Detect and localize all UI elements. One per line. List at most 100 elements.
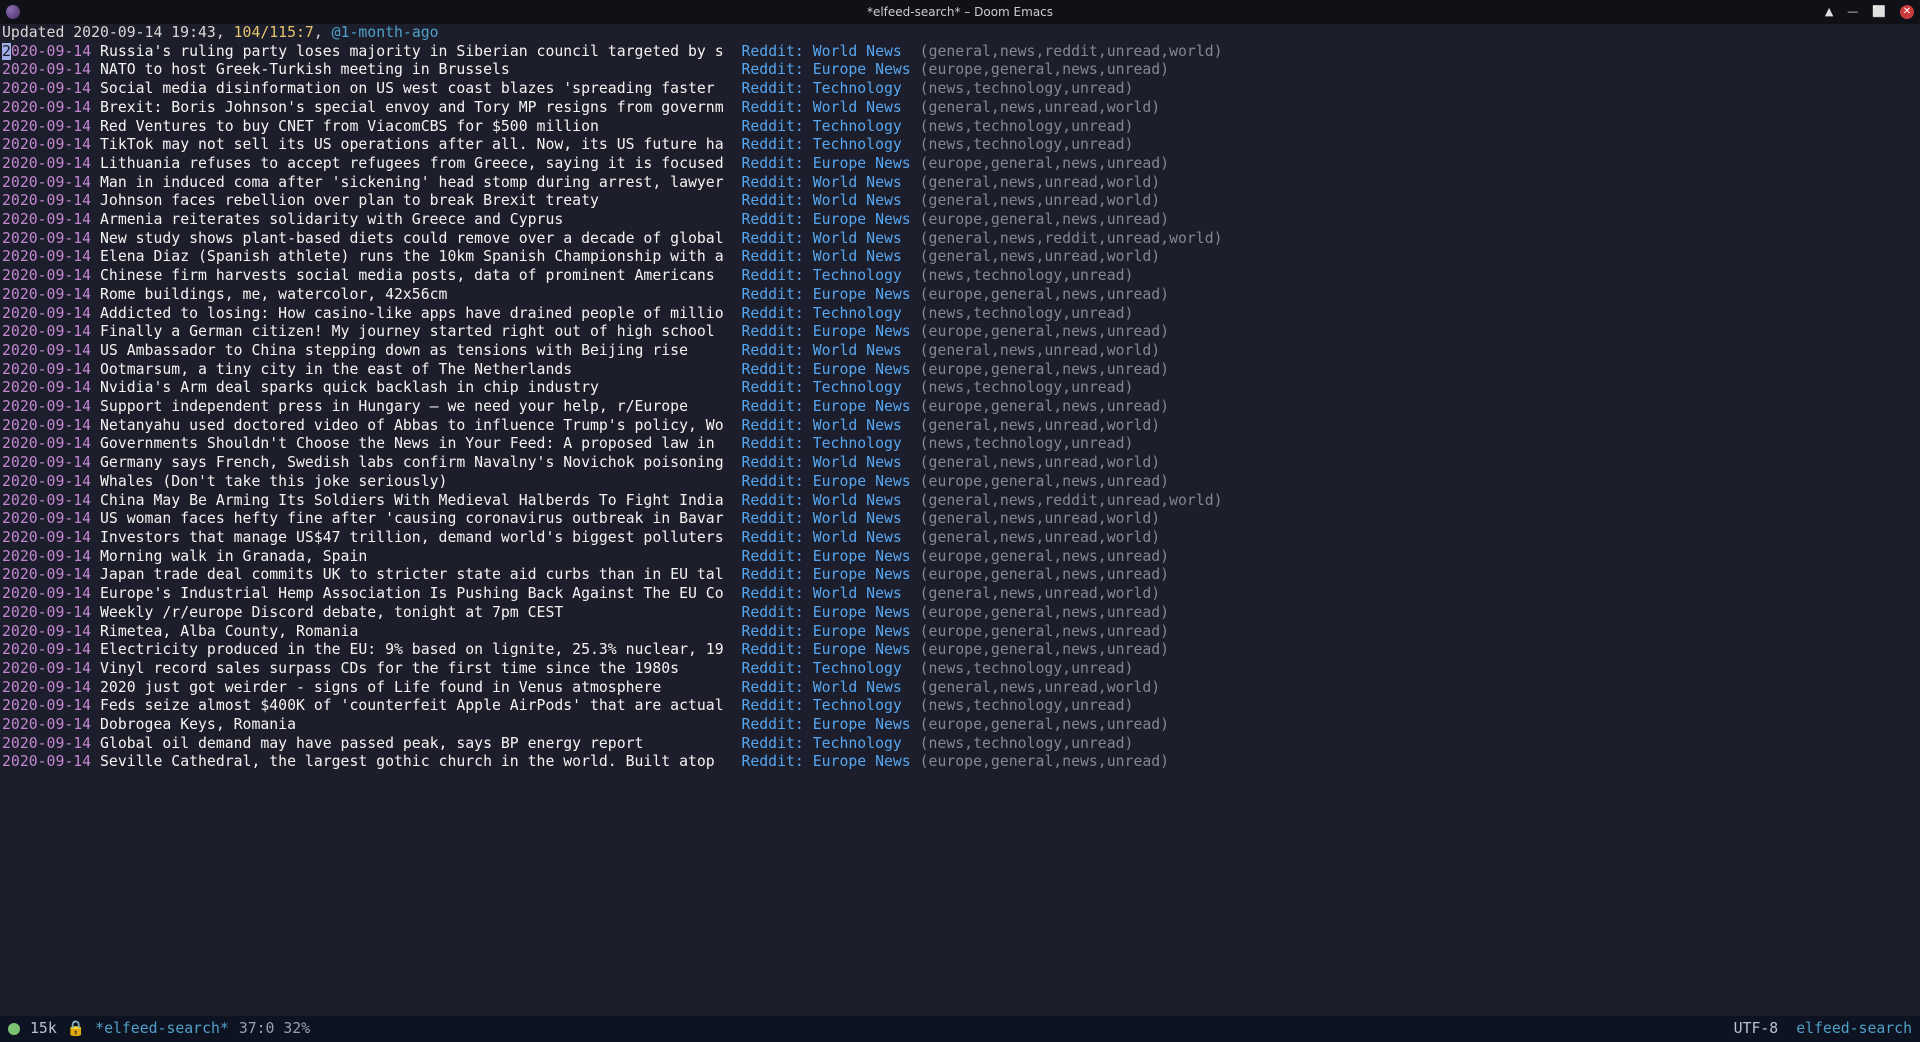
- modeline-buffer-name: *elfeed-search*: [95, 1020, 229, 1039]
- entry-tags: (general,news,unread,world): [920, 510, 1161, 527]
- feed-entry[interactable]: 2020-09-14 Ootmarsum, a tiny city in the…: [2, 361, 1918, 380]
- entry-feed: Reddit: Europe News: [741, 286, 910, 303]
- entry-tags: (general,news,unread,world): [920, 192, 1161, 209]
- feed-entry[interactable]: 2020-09-14 Chinese firm harvests social …: [2, 267, 1918, 286]
- entry-feed: Reddit: Technology: [741, 435, 910, 452]
- entry-tags: (news,technology,unread): [920, 80, 1134, 97]
- entry-tags: (general,news,unread,world): [920, 529, 1161, 546]
- entry-tags: (general,news,reddit,unread,world): [920, 230, 1223, 247]
- entry-title: US Ambassador to China stepping down as …: [100, 342, 733, 359]
- emacs-icon: [6, 5, 20, 19]
- feed-entry[interactable]: 2020-09-14 Armenia reiterates solidarity…: [2, 211, 1918, 230]
- entry-tags: (europe,general,news,unread): [920, 286, 1169, 303]
- entry-tags: (news,technology,unread): [920, 660, 1134, 677]
- entry-feed: Reddit: Europe News: [741, 604, 910, 621]
- feed-entry[interactable]: 2020-09-14 Brexit: Boris Johnson's speci…: [2, 99, 1918, 118]
- entry-title: Netanyahu used doctored video of Abbas t…: [100, 417, 733, 434]
- entry-feed: Reddit: World News: [741, 454, 910, 471]
- entry-title: Morning walk in Granada, Spain: [100, 548, 733, 565]
- feed-entry[interactable]: 2020-09-14 Vinyl record sales surpass CD…: [2, 660, 1918, 679]
- entry-tags: (europe,general,news,unread): [920, 641, 1169, 658]
- entry-title: Whales (Don't take this joke seriously): [100, 473, 733, 490]
- entry-title: Germany says French, Swedish labs confir…: [100, 454, 733, 471]
- entry-title: China May Be Arming Its Soldiers With Me…: [100, 492, 733, 509]
- feed-entry[interactable]: 2020-09-14 TikTok may not sell its US op…: [2, 136, 1918, 155]
- entry-tags: (europe,general,news,unread): [920, 473, 1169, 490]
- modeline-major-mode: elfeed-search: [1796, 1020, 1912, 1039]
- feed-entry[interactable]: 2020-09-14 Whales (Don't take this joke …: [2, 473, 1918, 492]
- feed-entry[interactable]: 2020-09-14 Finally a German citizen! My …: [2, 323, 1918, 342]
- entry-feed: Reddit: World News: [741, 342, 910, 359]
- entry-tags: (europe,general,news,unread): [920, 753, 1169, 770]
- modeline-encoding: UTF-8: [1734, 1020, 1779, 1039]
- entry-tags: (europe,general,news,unread): [920, 211, 1169, 228]
- feed-entry[interactable]: 2020-09-14 Europe's Industrial Hemp Asso…: [2, 585, 1918, 604]
- feed-entry[interactable]: 2020-09-14 Addicted to losing: How casin…: [2, 305, 1918, 324]
- entry-feed: Reddit: Technology: [741, 735, 910, 752]
- feed-entry[interactable]: 2020-09-14 Dobrogea Keys, Romania Reddit…: [2, 716, 1918, 735]
- feed-entry[interactable]: 2020-09-14 NATO to host Greek-Turkish me…: [2, 61, 1918, 80]
- entry-tags: (general,news,unread,world): [920, 454, 1161, 471]
- entry-feed: Reddit: World News: [741, 230, 910, 247]
- entry-tags: (news,technology,unread): [920, 118, 1134, 135]
- feed-entry[interactable]: 2020-09-14 Lithuania refuses to accept r…: [2, 155, 1918, 174]
- entry-title: Elena Diaz (Spanish athlete) runs the 10…: [100, 248, 733, 265]
- entry-title: Rome buildings, me, watercolor, 42x56cm: [100, 286, 733, 303]
- entry-feed: Reddit: Europe News: [741, 753, 910, 770]
- feed-entry[interactable]: 2020-09-14 Germany says French, Swedish …: [2, 454, 1918, 473]
- feed-entry[interactable]: 2020-09-14 Governments Shouldn't Choose …: [2, 435, 1918, 454]
- feed-entry[interactable]: 2020-09-14 Support independent press in …: [2, 398, 1918, 417]
- feed-entry[interactable]: 2020-09-14 Rimetea, Alba County, Romania…: [2, 623, 1918, 642]
- entry-feed: Reddit: World News: [741, 529, 910, 546]
- entry-feed: Reddit: Technology: [741, 305, 910, 322]
- entry-tags: (europe,general,news,unread): [920, 323, 1169, 340]
- minimize-icon[interactable]: —: [1847, 3, 1858, 22]
- entry-tags: (general,news,unread,world): [920, 417, 1161, 434]
- feed-entry[interactable]: 2020-09-14 Rome buildings, me, watercolo…: [2, 286, 1918, 305]
- feed-entry[interactable]: 2020-09-14 Morning walk in Granada, Spai…: [2, 548, 1918, 567]
- close-icon[interactable]: ✕: [1900, 5, 1914, 19]
- entry-tags: (news,technology,unread): [920, 379, 1134, 396]
- feed-entry[interactable]: 2020-09-14 Elena Diaz (Spanish athlete) …: [2, 248, 1918, 267]
- entry-feed: Reddit: Technology: [741, 136, 910, 153]
- icon-arrow-up[interactable]: ▲: [1825, 3, 1833, 22]
- feed-entry[interactable]: 2020-09-14 China May Be Arming Its Soldi…: [2, 492, 1918, 511]
- entry-feed: Reddit: Europe News: [741, 566, 910, 583]
- entry-feed: Reddit: World News: [741, 585, 910, 602]
- feed-entry[interactable]: 2020-09-14 Russia's ruling party loses m…: [2, 43, 1918, 62]
- maximize-icon[interactable]: ⬜: [1872, 3, 1886, 22]
- feed-entry[interactable]: 2020-09-14 Man in induced coma after 'si…: [2, 174, 1918, 193]
- elfeed-header: Updated 2020-09-14 19:43, 104/115:7, @1-…: [2, 24, 1918, 43]
- entry-title: Armenia reiterates solidarity with Greec…: [100, 211, 733, 228]
- feed-entry[interactable]: 2020-09-14 US woman faces hefty fine aft…: [2, 510, 1918, 529]
- feed-entry[interactable]: 2020-09-14 Weekly /r/europe Discord deba…: [2, 604, 1918, 623]
- feed-entry[interactable]: 2020-09-14 Red Ventures to buy CNET from…: [2, 118, 1918, 137]
- feed-entry[interactable]: 2020-09-14 New study shows plant-based d…: [2, 230, 1918, 249]
- entry-title: Weekly /r/europe Discord debate, tonight…: [100, 604, 733, 621]
- modeline-size: 15k: [30, 1020, 57, 1039]
- feed-entry[interactable]: 2020-09-14 Japan trade deal commits UK t…: [2, 566, 1918, 585]
- feed-entry[interactable]: 2020-09-14 Netanyahu used doctored video…: [2, 417, 1918, 436]
- feed-entry[interactable]: 2020-09-14 Nvidia's Arm deal sparks quic…: [2, 379, 1918, 398]
- feed-entry[interactable]: 2020-09-14 Investors that manage US$47 t…: [2, 529, 1918, 548]
- entry-feed: Reddit: World News: [741, 99, 910, 116]
- elfeed-buffer[interactable]: Updated 2020-09-14 19:43, 104/115:7, @1-…: [0, 24, 1920, 772]
- feed-entry[interactable]: 2020-09-14 Social media disinformation o…: [2, 80, 1918, 99]
- feed-entry[interactable]: 2020-09-14 Feds seize almost $400K of 'c…: [2, 697, 1918, 716]
- lock-icon: 🔒: [67, 1020, 85, 1039]
- entry-feed: Reddit: Europe News: [741, 473, 910, 490]
- entry-feed: Reddit: World News: [741, 43, 910, 60]
- feed-entry[interactable]: 2020-09-14 Global oil demand may have pa…: [2, 735, 1918, 754]
- feed-entry[interactable]: 2020-09-14 Johnson faces rebellion over …: [2, 192, 1918, 211]
- entry-tags: (news,technology,unread): [920, 697, 1134, 714]
- cursor: 2: [2, 43, 11, 60]
- feed-entry[interactable]: 2020-09-14 Electricity produced in the E…: [2, 641, 1918, 660]
- entry-title: Vinyl record sales surpass CDs for the f…: [100, 660, 733, 677]
- entry-tags: (europe,general,news,unread): [920, 361, 1169, 378]
- feed-entry[interactable]: 2020-09-14 US Ambassador to China steppi…: [2, 342, 1918, 361]
- entry-feed: Reddit: Europe News: [741, 155, 910, 172]
- feed-entry[interactable]: 2020-09-14 Seville Cathedral, the larges…: [2, 753, 1918, 772]
- entry-title: Feds seize almost $400K of 'counterfeit …: [100, 697, 733, 714]
- feed-entry[interactable]: 2020-09-14 2020 just got weirder - signs…: [2, 679, 1918, 698]
- entry-feed: Reddit: Europe News: [741, 716, 910, 733]
